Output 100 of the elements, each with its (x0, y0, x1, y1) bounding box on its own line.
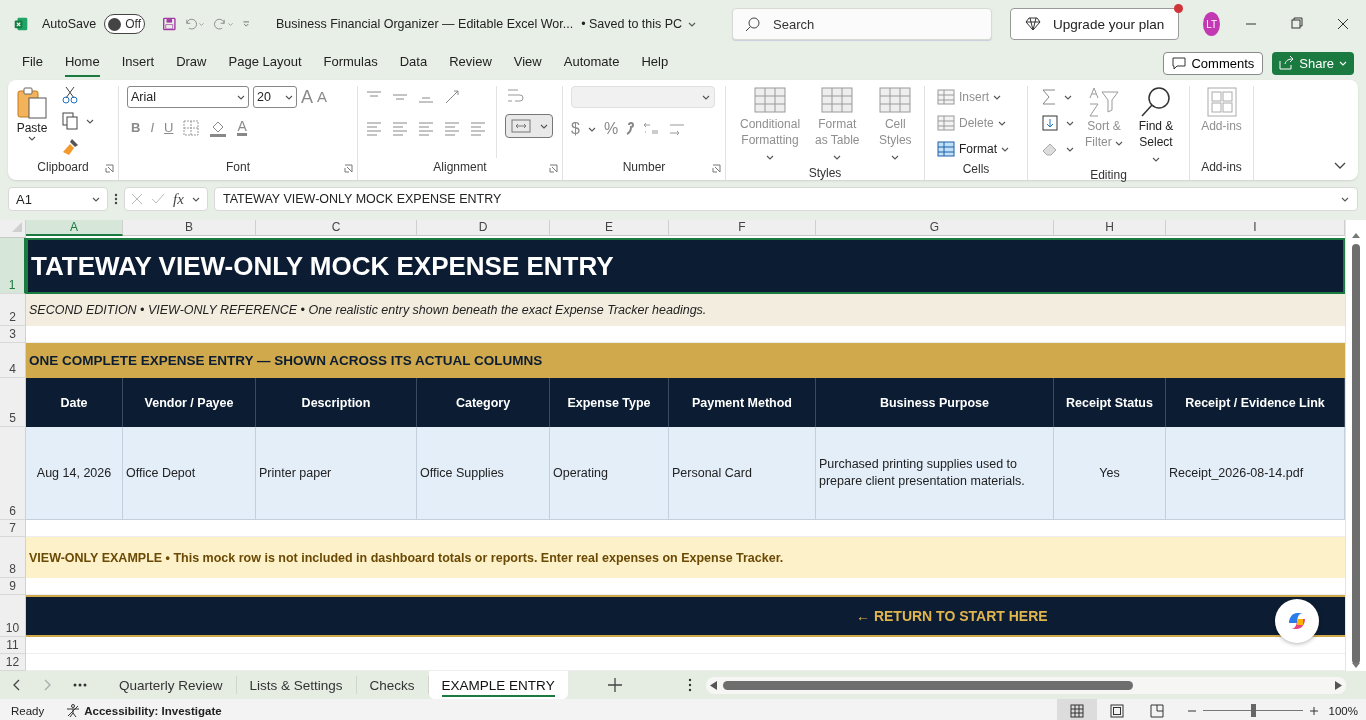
column-header[interactable]: G (816, 220, 1054, 236)
copy-icon[interactable] (62, 112, 78, 130)
column-header[interactable]: A (26, 220, 123, 236)
caret-icon[interactable] (1066, 120, 1074, 126)
collapse-ribbon-icon[interactable] (1334, 162, 1346, 170)
share-button[interactable]: Share (1272, 51, 1354, 75)
ribbon-tab[interactable]: Data (399, 49, 428, 77)
format-painter-icon[interactable] (62, 138, 80, 156)
search-field[interactable]: Search (732, 8, 993, 40)
sheet-tab[interactable]: Lists & Settings (236, 676, 357, 694)
row-header[interactable]: 9 (0, 578, 26, 595)
fill-color-icon[interactable] (209, 119, 228, 137)
ribbon-tab[interactable]: Insert (121, 49, 155, 77)
format-button[interactable]: Format (937, 138, 1019, 160)
scroll-right-icon[interactable] (1334, 680, 1342, 690)
row-header[interactable]: 3 (0, 326, 26, 343)
zoom-level[interactable]: 100% (1328, 704, 1358, 717)
dialog-launcher-icon[interactable] (549, 164, 558, 173)
row-header[interactable]: 6 (0, 427, 26, 520)
find-select-button[interactable]: Find & Select (1134, 86, 1178, 166)
check-icon[interactable] (151, 193, 165, 205)
autosave-toggle[interactable]: Off (104, 14, 145, 34)
row-header[interactable]: 12 (0, 654, 26, 671)
ribbon-tab[interactable]: Home (64, 49, 100, 77)
formula-field[interactable]: TATEWAY VIEW-ONLY MOCK EXPENSE ENTRY (214, 187, 1358, 211)
ribbon-tab[interactable]: Automate (563, 49, 620, 77)
paste-button[interactable]: Paste (16, 86, 48, 158)
sheet-tab[interactable]: EXAMPLE ENTRY (428, 671, 568, 699)
ribbon-tab[interactable]: Formulas (323, 49, 378, 77)
orientation-icon[interactable] (444, 89, 462, 105)
font-name-dropdown[interactable]: Arial (127, 86, 249, 108)
insert-function-button[interactable]: fx (173, 190, 184, 208)
horizontal-scrollbar[interactable] (722, 680, 1133, 690)
dialog-launcher-icon[interactable] (344, 164, 353, 173)
row-header[interactable]: 11 (0, 637, 26, 654)
scissors-icon[interactable] (62, 86, 78, 104)
add-sheet-icon[interactable] (607, 678, 622, 692)
row-header[interactable]: 1 (0, 238, 26, 294)
column-header[interactable]: C (256, 220, 417, 236)
comments-button[interactable]: Comments (1163, 51, 1264, 75)
name-box[interactable]: A1 (8, 187, 108, 211)
scroll-up-icon[interactable] (1352, 232, 1360, 238)
caret-icon[interactable] (92, 196, 100, 202)
zoom-in-icon[interactable] (1308, 705, 1319, 716)
column-header[interactable]: D (417, 220, 550, 236)
scroll-left-icon[interactable] (709, 680, 717, 690)
ribbon-tab[interactable]: View (513, 49, 542, 77)
previous-sheet-icon[interactable] (12, 679, 20, 691)
caret-icon[interactable] (86, 118, 94, 124)
row-header[interactable]: 5 (0, 378, 26, 427)
column-header[interactable]: B (123, 220, 256, 236)
sheet-tab[interactable]: Checks (356, 676, 429, 694)
currency-button[interactable]: $ (571, 120, 580, 138)
normal-view-button[interactable] (1056, 699, 1097, 720)
caret-icon[interactable] (587, 126, 596, 132)
column-header[interactable]: H (1054, 220, 1166, 236)
row-header[interactable]: 8 (0, 537, 26, 578)
vertical-scrollbar[interactable] (1352, 244, 1360, 664)
caret-icon[interactable] (1066, 146, 1074, 152)
caret-icon[interactable] (237, 94, 245, 100)
caret-icon[interactable] (702, 94, 710, 100)
chevron-down-icon[interactable] (688, 21, 697, 27)
more-sheets-icon[interactable] (73, 683, 87, 687)
decrease-font-size-button[interactable]: A (317, 88, 328, 106)
dialog-launcher-icon[interactable] (712, 164, 721, 173)
dialog-launcher-icon[interactable] (105, 164, 114, 173)
font-color-button[interactable]: A (237, 120, 247, 136)
ribbon-tab[interactable]: Page Layout (228, 49, 302, 77)
save-status[interactable]: • Saved to this PC (581, 17, 697, 31)
ribbon-tab[interactable]: Draw (176, 49, 207, 77)
save-icon[interactable] (163, 15, 176, 33)
row-header[interactable]: 10 (0, 595, 26, 637)
merge-center-button[interactable] (505, 114, 553, 138)
comma-style-icon[interactable] (626, 122, 635, 136)
italic-button[interactable]: I (150, 119, 154, 137)
percent-button[interactable]: % (603, 120, 619, 138)
caret-icon[interactable] (191, 196, 200, 202)
caret-icon[interactable] (1152, 157, 1160, 162)
user-avatar[interactable]: LT (1203, 12, 1220, 36)
row-header[interactable]: 4 (0, 343, 26, 378)
fill-down-icon[interactable] (1042, 115, 1058, 131)
options-icon[interactable] (687, 678, 692, 692)
accessibility-button[interactable]: Accessibility: Investigate (60, 702, 228, 719)
underline-button[interactable]: U (164, 119, 174, 137)
caret-icon[interactable] (539, 123, 548, 129)
column-header[interactable]: F (669, 220, 816, 236)
return-link[interactable]: ← RETURN TO START HERE (856, 608, 1048, 624)
ribbon-tab[interactable]: Help (641, 49, 669, 77)
caret-icon[interactable] (1064, 94, 1072, 100)
zoom-thumb[interactable] (1250, 704, 1256, 717)
caret-icon[interactable] (28, 136, 36, 141)
more-icon[interactable] (114, 192, 118, 206)
sum-icon[interactable] (1042, 89, 1056, 105)
column-header[interactable]: I (1166, 220, 1345, 236)
column-header[interactable]: E (550, 220, 669, 236)
ribbon-tab[interactable]: Review (449, 49, 492, 77)
row-header[interactable]: 2 (0, 294, 26, 326)
font-size-dropdown[interactable]: 20 (253, 86, 297, 108)
caret-icon[interactable] (1001, 146, 1009, 152)
expand-icon[interactable] (1341, 196, 1349, 202)
